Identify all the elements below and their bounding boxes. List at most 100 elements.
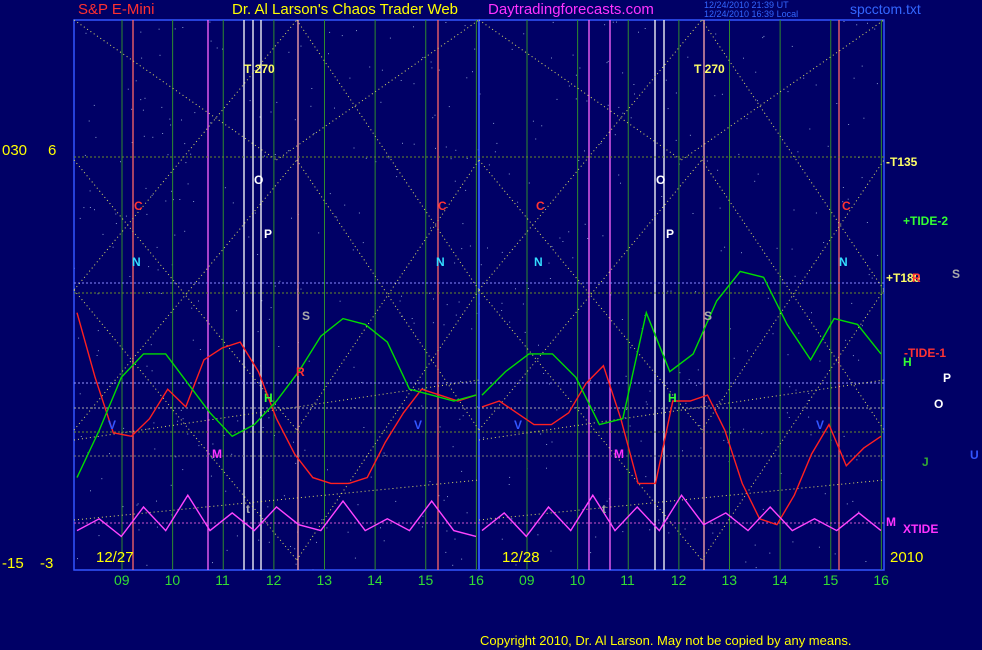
star-dot: [182, 469, 184, 471]
star-dot: [383, 452, 385, 454]
star-dot: [318, 232, 320, 234]
star-dot: [606, 62, 608, 64]
star-dot: [762, 37, 764, 39]
star-dot: [328, 53, 329, 55]
star-dot: [818, 546, 820, 548]
star-dot: [294, 119, 296, 121]
star-dot: [339, 300, 341, 302]
planet-mark-S: S: [302, 309, 311, 323]
t270-label-left: T 270: [244, 62, 275, 76]
star-dot: [264, 155, 265, 157]
star-dot: [83, 207, 85, 209]
planet-mark-C: C: [536, 199, 545, 213]
star-dot: [461, 558, 463, 560]
star-dot: [429, 292, 430, 294]
star-dot: [562, 241, 564, 242]
hour-tick-label: 12: [670, 572, 687, 588]
star-dot: [496, 142, 498, 144]
star-dot: [190, 153, 192, 155]
star-dot: [146, 564, 148, 566]
star-dot: [466, 512, 468, 514]
star-dot: [807, 400, 809, 401]
planet-mark-V: V: [816, 418, 825, 432]
star-dot: [146, 213, 148, 215]
star-dot: [151, 194, 153, 196]
star-dot: [733, 357, 735, 359]
star-dot: [638, 31, 639, 33]
star-dot: [123, 427, 125, 429]
star-dot: [174, 234, 176, 236]
star-dot: [646, 403, 648, 405]
star-dot: [258, 539, 260, 541]
star-dot: [257, 254, 259, 255]
star-dot: [112, 246, 114, 248]
star-dot: [369, 66, 371, 68]
star-dot: [462, 223, 464, 225]
star-dot: [231, 453, 233, 455]
star-dot: [140, 31, 142, 33]
star-dot: [413, 322, 415, 324]
star-dot: [184, 143, 186, 145]
star-dot: [452, 446, 454, 448]
star-dot: [288, 51, 290, 53]
star-dot: [125, 215, 127, 217]
grid-lines: [73, 19, 885, 571]
star-dot: [730, 432, 732, 434]
star-dot: [216, 47, 218, 49]
star-dot: [421, 526, 423, 528]
hour-tick-label: 13: [316, 572, 333, 588]
label-xtide: XTIDE: [903, 522, 939, 536]
star-dot: [762, 508, 764, 510]
planet-mark-C: C: [438, 199, 447, 213]
planet-mark-P: P: [943, 371, 952, 385]
star-dot: [180, 409, 182, 411]
star-dot: [621, 319, 623, 320]
star-dot: [614, 134, 616, 136]
star-dot: [455, 149, 457, 151]
left-scale-top-a: 030: [2, 142, 28, 159]
star-dot: [541, 125, 543, 127]
star-dot: [349, 77, 351, 79]
star-dot: [715, 33, 717, 35]
star-dot: [102, 233, 104, 235]
star-dot: [210, 475, 212, 477]
star-dot: [447, 496, 448, 498]
star-dot: [448, 106, 450, 108]
star-dot: [815, 212, 817, 214]
star-dot: [572, 257, 574, 259]
star-dot: [469, 245, 471, 247]
star-dot: [787, 354, 789, 356]
star-dot: [84, 154, 86, 156]
star-dot: [140, 99, 142, 101]
star-dot: [522, 303, 524, 305]
star-dot: [688, 379, 690, 381]
star-dot: [154, 448, 156, 450]
date-label-left: 12/27: [96, 549, 134, 566]
hour-tick-label: 14: [367, 572, 383, 588]
star-dot: [160, 293, 162, 294]
star-dot: [79, 393, 81, 395]
planet-mark-N: N: [839, 255, 848, 269]
star-dot: [584, 223, 586, 225]
star-dot: [477, 406, 479, 408]
star-dot: [589, 380, 591, 382]
star-dot: [501, 302, 503, 304]
star-dot: [370, 476, 372, 478]
star-dot: [575, 74, 577, 76]
star-dot: [169, 118, 171, 120]
star-dot: [718, 400, 720, 402]
star-dot: [295, 462, 297, 464]
star-dot: [550, 550, 552, 552]
star-dot: [384, 454, 386, 456]
hour-tick-label: 14: [772, 572, 788, 588]
star-dot: [695, 291, 697, 293]
star-dot: [868, 274, 870, 276]
star-dot: [135, 80, 137, 82]
magenta-series-line: [481, 493, 882, 538]
star-dot: [724, 246, 726, 248]
star-dot: [290, 546, 291, 547]
star-dot: [640, 440, 642, 442]
hour-tick-label: 15: [417, 572, 434, 588]
star-dot: [675, 92, 677, 94]
site-link[interactable]: Daytradingforecasts.com: [488, 2, 654, 17]
